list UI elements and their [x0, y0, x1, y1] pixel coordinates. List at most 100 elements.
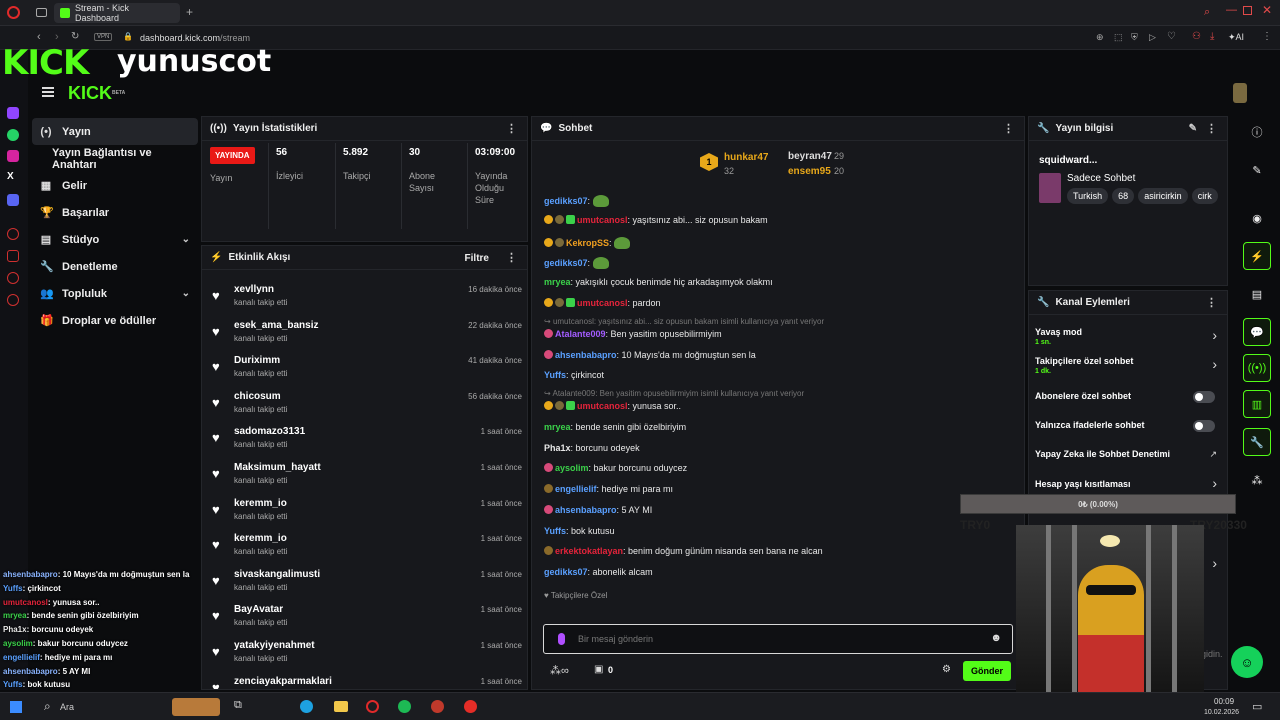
activity-event[interactable]: ♥ Duriximm kanalı takip etti 41 dakika önce [212, 353, 522, 389]
leader-name[interactable]: hunkar47 [724, 152, 768, 163]
activity-event[interactable]: ♥ xevllynn kanalı takip etti 16 dakika önce [212, 282, 522, 318]
activity-event[interactable]: ♥ esek_ama_bansiz kanalı takip etti 22 daki… [212, 318, 522, 354]
url-field[interactable]: dashboard.kick.com/stream [140, 33, 250, 43]
download-icon[interactable]: ⤓ [1210, 31, 1214, 42]
notification-icon[interactable]: ▭ [1252, 700, 1262, 713]
chat-username[interactable]: ahsenbabapro [555, 350, 617, 360]
activity-event[interactable]: ♥ BayAvatar kanalı takip etti 1 saat önce [212, 602, 522, 638]
chat-username[interactable]: aysolim [555, 463, 589, 473]
tag[interactable]: 68 [1112, 188, 1135, 204]
search-icon[interactable]: ⌕ [1204, 6, 1210, 19]
chat-username[interactable]: engellielif [555, 484, 597, 494]
x-icon[interactable]: X [7, 171, 19, 183]
tab-stream-dashboard[interactable]: Stream - Kick Dashboard [54, 3, 180, 23]
nav-item-droplar[interactable]: 🎁 Droplar ve ödüller [32, 307, 198, 334]
event-username[interactable]: yatakyiyenahmet [234, 640, 315, 651]
play-icon[interactable]: ▷ [1149, 32, 1156, 43]
hamburger-menu-icon[interactable] [42, 87, 54, 97]
more-icon[interactable]: ⋮ [506, 251, 517, 264]
emoji-icon[interactable]: ☻ [990, 632, 1002, 644]
chat-message[interactable]: umutcanosl: yaşıtsınız abi... siz opusun… [544, 215, 768, 225]
nav-item-basarilar[interactable]: 🏆 Başarılar [32, 199, 198, 226]
chat-icon[interactable]: 💬 [1243, 318, 1271, 346]
nav-item-studyo[interactable]: ▤ Stüdyo ⌄ [32, 226, 198, 253]
activity-event[interactable]: ♥ zenciayakparmaklari 1 saat önce [212, 674, 522, 689]
edge-icon[interactable] [300, 700, 313, 713]
chat-username[interactable]: umutcanosl [577, 215, 628, 225]
chat-message[interactable]: mryea: yakışıklı çocuk benimde hiç arkad… [544, 277, 773, 287]
event-username[interactable]: keremm_io [234, 533, 287, 544]
discord-icon[interactable] [7, 194, 19, 206]
chat-message[interactable]: mryea: bende senin gibi özelbiriyim [544, 422, 686, 432]
settings-icon[interactable] [7, 294, 19, 306]
tag[interactable]: cirk [1191, 188, 1218, 204]
file-explorer-icon[interactable] [334, 701, 348, 712]
chat-message[interactable]: umutcanosl: pardon [544, 298, 661, 308]
avatar[interactable] [1233, 83, 1247, 103]
kick-logo[interactable]: KICKBETA [68, 84, 125, 102]
event-username[interactable]: sadomazo3131 [234, 426, 305, 437]
chevron-right-icon[interactable]: › [1212, 555, 1217, 571]
vpn-badge[interactable]: VPN [94, 33, 113, 41]
chat-message[interactable]: gedikks07: abonelik alcam [544, 567, 653, 577]
chat-username[interactable]: gedikks07 [544, 258, 588, 268]
event-username[interactable]: esek_ama_bansiz [234, 320, 319, 331]
floating-action-button[interactable]: ☺ [1231, 646, 1263, 678]
emotes-only-toggle[interactable] [1193, 420, 1215, 432]
chat-message[interactable]: erkektokatlayan: benim doğum günüm nisan… [544, 546, 823, 556]
chat-username[interactable]: mryea [544, 277, 571, 287]
chat-message[interactable]: gedikks07: [544, 195, 609, 207]
nav-item-yayin[interactable]: (•) Yayın [32, 118, 198, 145]
reload-icon[interactable]: ↻ [71, 31, 79, 42]
event-username[interactable]: chicosum [234, 391, 281, 402]
chat-message[interactable]: gedikks07: [544, 257, 609, 269]
more-icon[interactable]: ⋮ [1003, 122, 1014, 135]
slow-mode-row[interactable]: Yavaş mod 1 sn. [1035, 327, 1082, 346]
activity-event[interactable]: ♥ Maksimum_hayatt kanalı takip etti 1 saat … [212, 460, 522, 496]
broadcast-icon[interactable]: ((•)) [1243, 354, 1271, 382]
app-icon[interactable] [431, 700, 444, 713]
activity-event[interactable]: ♥ keremm_io kanalı takip etti 1 saat önce [212, 496, 522, 532]
share-icon[interactable]: ⁂ [1243, 466, 1271, 494]
chat-username[interactable]: Yuffs [544, 526, 566, 536]
edit-icon[interactable]: ✎ [1189, 123, 1197, 134]
filter-button[interactable]: Filtre [465, 253, 489, 264]
maximize-icon[interactable] [1243, 6, 1252, 15]
chat-message[interactable]: aysolim: bakur borcunu oduycez [544, 463, 687, 473]
chevron-right-icon[interactable]: › [1212, 327, 1217, 343]
event-username[interactable]: zenciayakparmaklari [234, 676, 332, 687]
send-button[interactable]: Gönder [963, 661, 1011, 681]
chat-username[interactable]: KekropSS [566, 238, 609, 248]
nav-item-topluluk[interactable]: 👥 Topluluk ⌄ [32, 280, 198, 307]
media-player-icon[interactable] [464, 700, 477, 713]
more-icon[interactable]: ⋮ [1206, 122, 1217, 135]
more-icon[interactable]: ⋮ [1206, 296, 1217, 309]
account-age-row[interactable]: Hesap yaşı kısıtlaması [1035, 479, 1131, 489]
nav-item-gelir[interactable]: ▦ Gelir [32, 172, 198, 199]
wrench-icon[interactable]: 🔧 [1243, 428, 1271, 456]
record-icon[interactable]: ◉ [1243, 204, 1271, 232]
opera-logo-icon[interactable] [7, 6, 20, 19]
layout-icon[interactable]: ▥ [1243, 390, 1271, 418]
event-username[interactable]: Maksimum_hayatt [234, 462, 321, 473]
snapshot-icon[interactable]: ⬚ [1114, 32, 1123, 43]
event-username[interactable]: keremm_io [234, 498, 287, 509]
category-name[interactable]: Sadece Sohbet [1067, 173, 1135, 184]
chevron-right-icon[interactable]: › [1212, 475, 1217, 491]
activity-event[interactable]: ♥ sadomazo3131 kanalı takip etti 1 saat önc… [212, 424, 522, 460]
subs-only-toggle[interactable] [1193, 391, 1215, 403]
twitch-icon[interactable] [7, 107, 19, 119]
taskbar-search-label[interactable]: Ara [60, 702, 74, 712]
tag[interactable]: Turkish [1067, 188, 1109, 204]
document-icon[interactable]: ▤ [1243, 280, 1271, 308]
nav-item-stream-key[interactable]: Yayın Bağlantısı ve Anahtarı [32, 145, 198, 172]
chat-message[interactable]: Atalante009: Ben yasitim opusebilirmiyim [544, 329, 722, 339]
chat-message[interactable]: KekropSS: [544, 237, 631, 249]
workspaces-icon[interactable] [36, 8, 47, 17]
chat-username[interactable]: Atalante009 [555, 329, 606, 339]
leader-name[interactable]: beyran47 [788, 151, 832, 162]
chevron-right-icon[interactable]: › [1212, 356, 1217, 372]
chat-message[interactable]: ahsenbabapro: 5 AY MI [544, 505, 652, 515]
activity-event[interactable]: ♥ chicosum kanalı takip etti 56 dakika önce [212, 389, 522, 425]
profile-icon[interactable]: ⚇ [1192, 31, 1201, 42]
